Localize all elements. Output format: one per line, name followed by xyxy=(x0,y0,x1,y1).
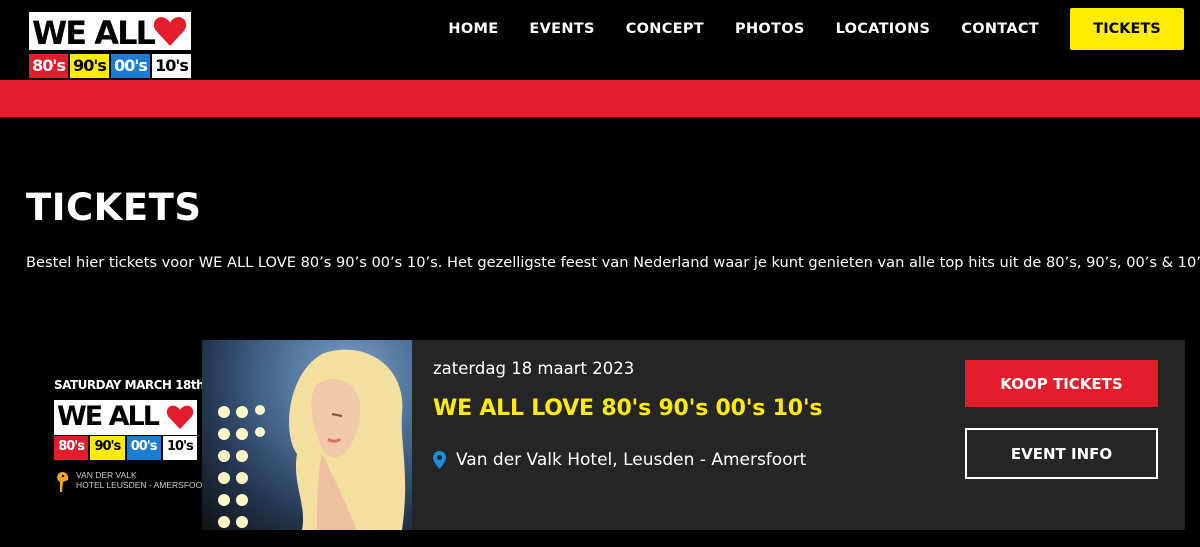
poster-date: SATURDAY MARCH 18th xyxy=(54,378,205,392)
site-header: WE ALL 80's 90's 00's 10's HOME EVENTS C… xyxy=(0,0,1200,80)
poster-era-80s: 80's xyxy=(54,436,89,460)
event-card: SATURDAY MARCH 18th WE ALL 80's 90's 00'… xyxy=(24,340,1185,530)
event-poster[interactable]: SATURDAY MARCH 18th WE ALL 80's 90's 00'… xyxy=(24,340,412,530)
logo-eras: 80's 90's 00's 10's xyxy=(27,52,193,80)
intro-text: Bestel hier tickets voor WE ALL LOVE 80’… xyxy=(26,254,1200,271)
nav-locations[interactable]: LOCATIONS xyxy=(836,21,931,37)
poster-logo-word: WE ALL xyxy=(57,401,160,432)
poster-logo: WE ALL 80's 90's 00's 10's xyxy=(54,400,197,462)
poster-venue: VAN DER VALK HOTEL LEUSDEN - AMERSFOORT xyxy=(54,470,213,494)
poster-branding: SATURDAY MARCH 18th WE ALL 80's 90's 00'… xyxy=(24,340,213,530)
nav-home[interactable]: HOME xyxy=(448,21,498,37)
toucan-icon xyxy=(57,472,69,492)
header-red-band xyxy=(0,80,1200,117)
poster-venue-text: VAN DER VALK HOTEL LEUSDEN - AMERSFOORT xyxy=(76,470,213,490)
poster-venue-line2: HOTEL LEUSDEN - AMERSFOORT xyxy=(76,480,214,490)
map-pin-icon xyxy=(433,451,446,469)
poster-era-10s: 10's xyxy=(162,436,197,460)
buy-tickets-button[interactable]: KOOP TICKETS xyxy=(965,360,1158,407)
heart-icon xyxy=(153,17,187,46)
poster-venue-line1: VAN DER VALK xyxy=(76,470,137,480)
era-90s: 90's xyxy=(70,54,109,78)
main-nav: HOME EVENTS CONCEPT PHOTOS LOCATIONS CON… xyxy=(417,8,1184,50)
heart-icon xyxy=(166,405,194,430)
poster-photo xyxy=(202,340,412,530)
page-title: TICKETS xyxy=(26,186,202,229)
nav-tickets-button[interactable]: TICKETS xyxy=(1070,8,1184,50)
event-info-button[interactable]: EVENT INFO xyxy=(965,428,1158,479)
poster-era-90s: 90's xyxy=(90,436,125,460)
era-10s: 10's xyxy=(152,54,191,78)
nav-contact[interactable]: CONTACT xyxy=(961,21,1039,37)
logo-word: WE ALL xyxy=(32,14,156,52)
poster-logo-wordmark: WE ALL xyxy=(54,400,197,435)
era-00s: 00's xyxy=(111,54,150,78)
site-logo[interactable]: WE ALL 80's 90's 00's 10's xyxy=(27,10,193,80)
event-date: zaterdag 18 maart 2023 xyxy=(433,359,635,378)
poster-logo-eras: 80's 90's 00's 10's xyxy=(54,436,197,460)
era-80s: 80's xyxy=(29,54,68,78)
nav-events[interactable]: EVENTS xyxy=(529,21,594,37)
event-location-text: Van der Valk Hotel, Leusden - Amersfoort xyxy=(456,450,807,470)
poster-era-00s: 00's xyxy=(126,436,161,460)
nav-concept[interactable]: CONCEPT xyxy=(626,21,704,37)
singer-portrait-image xyxy=(289,349,406,530)
event-location: Van der Valk Hotel, Leusden - Amersfoort xyxy=(433,450,806,470)
logo-wordmark: WE ALL xyxy=(27,10,193,52)
nav-photos[interactable]: PHOTOS xyxy=(735,21,805,37)
event-title[interactable]: WE ALL LOVE 80's 90's 00's 10's xyxy=(433,396,822,421)
